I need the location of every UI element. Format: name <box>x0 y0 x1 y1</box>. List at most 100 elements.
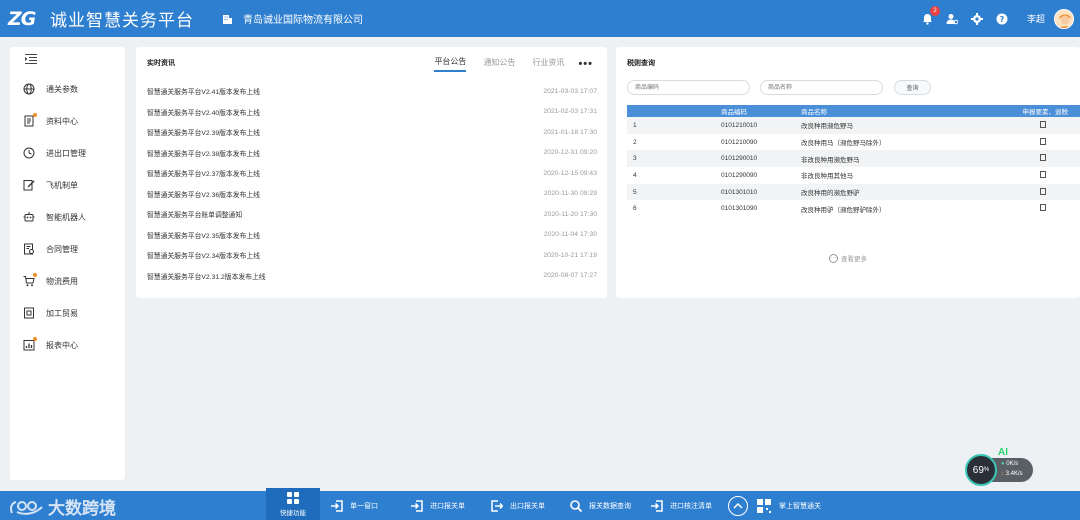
news-title[interactable]: 智慧通关服务平台V2.40版本发布上线 <box>147 107 260 117</box>
tariff-search-row: 查询 <box>627 80 931 95</box>
chevron-up-icon <box>733 502 743 511</box>
news-title[interactable]: 智慧通关服务平台V2.41版本发布上线 <box>147 86 260 96</box>
upload-arrow-icon: ● <box>1001 461 1005 467</box>
tab-industry-news[interactable]: 行业资讯 <box>532 57 564 71</box>
sidebar-item-3[interactable]: 飞机制单 <box>10 169 125 201</box>
product-name: 改良种用驴（濒危野驴除外） <box>801 206 886 214</box>
document-icon[interactable] <box>1040 204 1046 212</box>
news-item[interactable]: 智慧通关服务平台V2.40版本发布上线 2021-02-03 17:31 <box>147 102 597 123</box>
table-row[interactable]: 5 0101301010 改良种用的濒危野驴 <box>627 183 1080 201</box>
document-icon[interactable] <box>1040 170 1046 178</box>
search-button[interactable]: 查询 <box>894 80 931 95</box>
user-settings-icon[interactable] <box>946 12 959 25</box>
news-date: 2020-10-21 17:19 <box>543 251 597 259</box>
document-icon[interactable] <box>1040 154 1046 162</box>
tab-notice[interactable]: 通知公告 <box>483 57 515 71</box>
help-icon[interactable]: ? <box>996 12 1009 25</box>
company-selector[interactable]: 青岛诚业国际物流有限公司 <box>222 11 363 26</box>
import-checklist-button[interactable]: 进口核注清单 <box>651 500 712 512</box>
product-name: 非改良种用濒危野马 <box>801 156 860 164</box>
row-index: 1 <box>633 121 637 129</box>
username[interactable]: 李超 <box>1027 12 1045 25</box>
see-more-link[interactable]: ··· 查看更多 <box>829 253 867 263</box>
usage-circle: 69% <box>965 454 997 486</box>
table-row[interactable]: 2 0101210090 改良种用马（濒危野马除外） <box>627 134 1080 151</box>
sidebar-item-label: 飞机制单 <box>46 180 78 190</box>
menu-toggle-button[interactable] <box>10 47 125 73</box>
mobile-customs-button[interactable]: 掌上智慧通关 <box>757 499 821 513</box>
news-item[interactable]: 智慧通关服务平台V2.35版本发布上线 2020-11-04 17:30 <box>147 225 597 246</box>
top-header: ZG 诚业智慧关务平台 青岛诚业国际物流有限公司 2 ? 李超 <box>0 0 1080 37</box>
news-tabs: 平台公告 通知公告 行业资讯 ••• <box>417 56 593 72</box>
table-row[interactable]: 6 0101301090 改良种用驴（濒危野驴除外） <box>627 200 1080 217</box>
news-list: 智慧通关服务平台V2.41版本发布上线 2021-03-03 17:07 智慧通关服… <box>147 81 597 286</box>
news-item[interactable]: 智慧通关服务平台V2.36版本发布上线 2020-11-30 09:29 <box>147 184 597 205</box>
declaration-elements-cell <box>981 170 1080 180</box>
news-title[interactable]: 智慧通关服务平台V2.38版本发布上线 <box>147 148 260 158</box>
news-date: 2020-12-31 09:20 <box>543 149 597 157</box>
news-item[interactable]: 智慧通关服务平台V2.41版本发布上线 2021-03-03 17:07 <box>147 81 597 102</box>
news-title[interactable]: 智慧通关服务平台V2.36版本发布上线 <box>147 189 260 199</box>
news-title[interactable]: 智慧通关服务平台V2.34版本发布上线 <box>147 250 260 260</box>
document-icon[interactable] <box>1040 120 1046 128</box>
row-index: 4 <box>633 171 637 179</box>
news-item[interactable]: 智慧通关服务平台账单调整通知 2020-11-20 17:30 <box>147 204 597 225</box>
product-name-input[interactable] <box>760 80 883 95</box>
sidebar-item-1[interactable]: 资料中心 <box>10 105 125 137</box>
news-title[interactable]: 智慧通关服务平台V2.35版本发布上线 <box>147 230 260 240</box>
product-name: 改良种用的濒危野驴 <box>801 190 860 198</box>
sidebar-item-7[interactable]: 加工贸易 <box>10 297 125 329</box>
declaration-elements-cell <box>981 204 1080 213</box>
sidebar-item-4[interactable]: 智能机器人 <box>10 201 125 233</box>
app-logo[interactable]: ZG 诚业智慧关务平台 <box>8 6 194 31</box>
row-index: 3 <box>633 155 637 163</box>
news-date: 2020-11-30 09:29 <box>543 190 597 198</box>
sidebar-item-5[interactable]: 合同管理 <box>10 233 125 265</box>
document-icon[interactable] <box>1040 187 1046 195</box>
tab-platform-notice[interactable]: 平台公告 <box>434 56 467 72</box>
sidebar-item-label: 资料中心 <box>46 116 78 126</box>
clock-icon <box>23 147 35 159</box>
column-header-code: 商品编码 <box>721 109 747 116</box>
search-icon <box>570 500 583 513</box>
column-header-name: 商品名称 <box>801 109 827 116</box>
quick-functions-button[interactable]: 快捷功能 <box>266 488 320 520</box>
news-title[interactable]: 智慧通关服务平台V2.37版本发布上线 <box>147 168 260 178</box>
product-code: 0101290090 <box>721 171 758 179</box>
product-code-input[interactable] <box>627 80 750 95</box>
table-row[interactable]: 4 0101290090 非改良种用其他马 <box>627 167 1080 184</box>
sidebar-item-2[interactable]: 进出口管理 <box>10 137 125 169</box>
document-icon[interactable] <box>1040 137 1046 145</box>
news-item[interactable]: 智慧通关服务平台V2.34版本发布上线 2020-10-21 17:19 <box>147 245 597 266</box>
news-item[interactable]: 智慧通关服务平台V2.31.2版本发布上线 2020-08-07 17:27 <box>147 266 597 287</box>
news-title[interactable]: 智慧通关服务平台V2.31.2版本发布上线 <box>147 271 266 281</box>
product-code: 0101210010 <box>721 121 758 129</box>
sidebar-item-8[interactable]: 报表中心 <box>10 329 125 361</box>
collapse-up-button[interactable] <box>728 496 748 516</box>
news-item[interactable]: 智慧通关服务平台V2.38版本发布上线 2020-12-31 09:20 <box>147 143 597 164</box>
avatar[interactable] <box>1054 8 1074 29</box>
new-indicator-dot <box>33 273 37 277</box>
news-title[interactable]: 智慧通关服务平台账单调整通知 <box>147 209 242 219</box>
export-icon <box>491 500 504 512</box>
news-date: 2020-11-20 17:30 <box>543 210 597 218</box>
news-item[interactable]: 智慧通关服务平台V2.39版本发布上线 2021-01-18 17:30 <box>147 122 597 143</box>
import-declaration-button[interactable]: 进口报关单 <box>411 500 465 512</box>
news-item[interactable]: 智慧通关服务平台V2.37版本发布上线 2020-12-15 09:43 <box>147 163 597 184</box>
export-declaration-button[interactable]: 出口报关单 <box>491 500 545 512</box>
sidebar-item-label: 加工贸易 <box>46 308 78 318</box>
gear-icon[interactable] <box>971 12 984 25</box>
logo-mark: ZG <box>8 7 36 30</box>
news-title[interactable]: 智慧通关服务平台V2.39版本发布上线 <box>147 127 260 137</box>
sidebar-item-6[interactable]: 物流费用 <box>10 265 125 297</box>
table-row[interactable]: 1 0101210010 改良种用濒危野马 <box>627 117 1080 134</box>
declaration-elements-cell <box>981 120 1080 130</box>
single-window-button[interactable]: 单一窗口 <box>331 500 378 512</box>
more-icon[interactable]: ••• <box>578 58 593 70</box>
sidebar-item-0[interactable]: 通关参数 <box>10 73 125 105</box>
network-speed-widget[interactable]: AI 69% ● 0K/s ↓ 3.4K/s <box>965 447 1035 486</box>
table-row[interactable]: 3 0101290010 非改良种用濒危野马 <box>627 150 1080 168</box>
bell-icon[interactable]: 2 <box>921 6 940 25</box>
declaration-query-button[interactable]: 报关数据查询 <box>570 500 631 513</box>
brand-name: 大数跨境 <box>48 499 116 518</box>
